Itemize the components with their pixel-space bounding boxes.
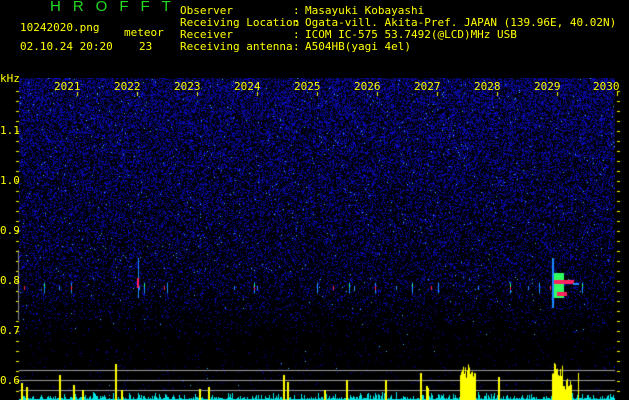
x-tick-label: 2029 <box>534 80 561 93</box>
y-tick-label: 1.0 <box>0 174 20 187</box>
meteor-label: meteor <box>124 26 164 39</box>
filename: 10242020.png <box>20 21 100 34</box>
antenna-label: Receiving antenna <box>180 40 293 53</box>
x-tick-label: 2030 <box>593 80 620 93</box>
spectrogram <box>19 78 615 400</box>
datetime: 02.10.24 20:20 <box>20 40 113 53</box>
app-title: HROFFT <box>50 0 183 15</box>
y-tick-label: 1.1 <box>0 124 20 137</box>
x-tick-label: 2024 <box>234 80 261 93</box>
axis-ticks <box>0 0 629 400</box>
y-tick-label: 0.8 <box>0 274 20 287</box>
meteor-count: 23 <box>139 40 153 53</box>
x-tick-label: 2026 <box>354 80 381 93</box>
separator: : <box>293 40 300 53</box>
x-tick-label: 2025 <box>294 80 321 93</box>
y-tick-label: 0.9 <box>0 224 20 237</box>
x-tick-label: 2028 <box>474 80 501 93</box>
x-tick-label: 2023 <box>174 80 201 93</box>
y-tick-label: 0.6 <box>0 374 20 387</box>
x-tick-label: 2027 <box>414 80 441 93</box>
y-unit-label: kHz <box>0 72 20 85</box>
antenna-value: A504HB(yagi 4el) <box>305 40 411 53</box>
y-tick-label: 0.7 <box>0 324 20 337</box>
x-tick-label: 2021 <box>54 80 81 93</box>
x-tick-label: 2022 <box>114 80 141 93</box>
hrofft-window: HROFFT 10242020.png meteor 02.10.24 20:2… <box>0 0 629 400</box>
